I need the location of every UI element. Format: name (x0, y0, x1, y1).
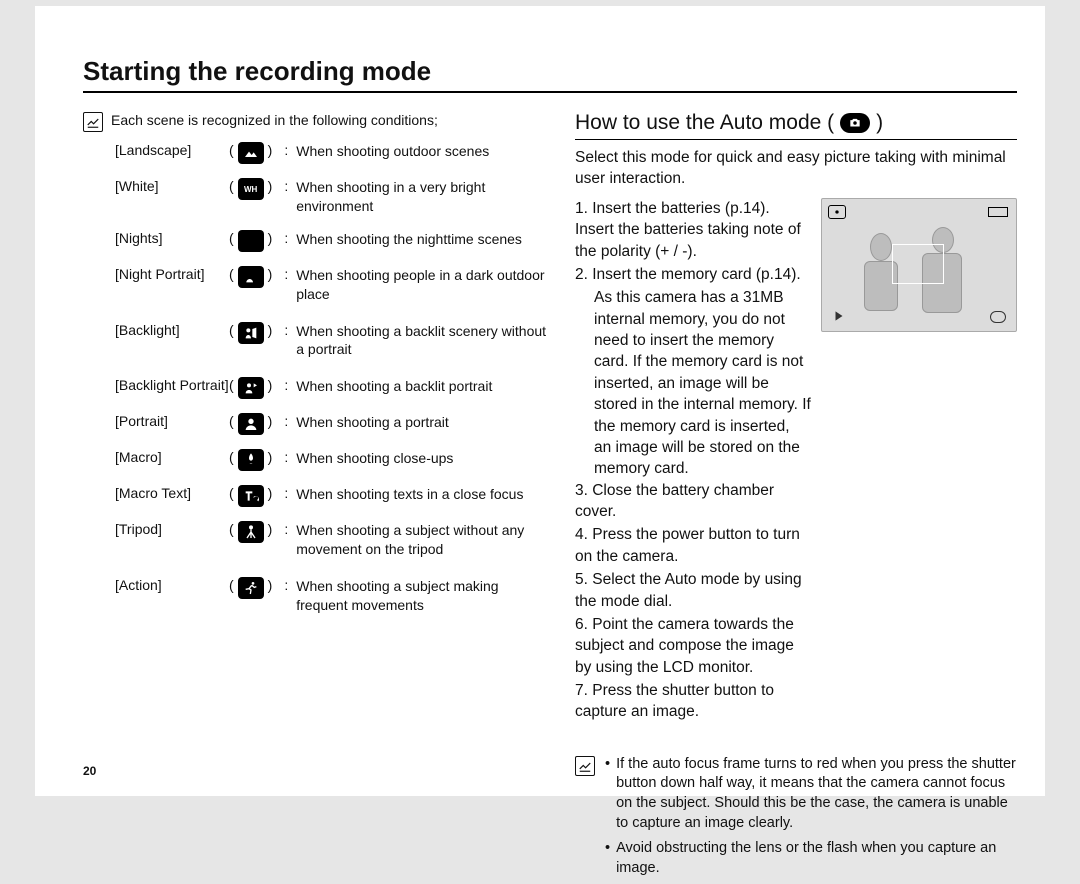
scene-desc: When shooting close-ups (296, 449, 553, 468)
scene-row: [Nights]( ):When shooting the nighttime … (115, 230, 553, 252)
portrait-icon (238, 413, 264, 435)
macro-text-icon (238, 485, 264, 507)
camera-icon (840, 113, 870, 133)
note-item: If the auto focus frame turns to red whe… (605, 755, 1017, 833)
lcd-mode-icon (828, 205, 846, 219)
scene-name: [Portrait] (115, 413, 225, 429)
scene-name: [Night Portrait] (115, 266, 225, 282)
scene-desc: When shooting texts in a close focus (296, 485, 553, 504)
scene-row: [Macro]( ):When shooting close-ups (115, 449, 553, 471)
scene-desc: When shooting a portrait (296, 413, 553, 432)
scene-row: [Night Portrait]( ):When shooting people… (115, 266, 553, 304)
camera-lcd-preview (821, 198, 1017, 332)
lcd-bottom-right-icon (990, 311, 1006, 323)
scene-row: [Landscape]( ):When shooting outdoor sce… (115, 142, 553, 164)
landscape-icon (238, 142, 264, 164)
page-title: Starting the recording mode (83, 56, 1017, 93)
night-icon (238, 230, 264, 252)
howto-intro: Select this mode for quick and easy pict… (575, 148, 1017, 190)
howto-heading-close: ) (876, 111, 883, 135)
step-5: 5. Select the Auto mode by using the mod… (575, 569, 811, 612)
scene-desc: When shooting in a very bright environme… (296, 178, 553, 216)
scene-row: [Action]( ):When shooting a subject maki… (115, 577, 553, 615)
scene-row: [Backlight]( ):When shooting a backlit s… (115, 322, 553, 360)
howto-column: How to use the Auto mode ( ) Select this… (575, 111, 1017, 884)
scene-desc: When shooting the nighttime scenes (296, 230, 553, 249)
step-1: 1. Insert the batteries (p.14). Insert t… (575, 198, 811, 262)
step-6: 6. Point the camera towards the subject … (575, 614, 811, 678)
backlight-portrait-icon (238, 377, 264, 399)
lcd-battery-icon (988, 207, 1008, 217)
scene-row: [White]( WH ):When shooting in a very br… (115, 178, 553, 216)
scene-name: [Tripod] (115, 521, 225, 537)
scene-desc: When shooting a backlit scenery without … (296, 322, 553, 360)
backlight-icon (238, 322, 264, 344)
step-2b: As this camera has a 31MB internal memor… (575, 287, 811, 479)
scenes-intro: Each scene is recognized in the followin… (111, 111, 438, 129)
scene-name: [Backlight Portrait] (115, 377, 225, 393)
note-icon (83, 112, 103, 132)
scene-name: [Action] (115, 577, 225, 593)
scene-name: [Backlight] (115, 322, 225, 338)
macro-icon (238, 449, 264, 471)
scene-name: [Macro] (115, 449, 225, 465)
lcd-play-icon (832, 309, 846, 323)
tripod-icon (238, 521, 264, 543)
notes-box: If the auto focus frame turns to red whe… (575, 755, 1017, 884)
scene-row: [Portrait]( ):When shooting a portrait (115, 413, 553, 435)
white-icon: WH (238, 178, 264, 200)
note-icon (575, 756, 595, 776)
scene-name: [White] (115, 178, 225, 194)
scene-name: [Nights] (115, 230, 225, 246)
scene-row: [Tripod]( ):When shooting a subject with… (115, 521, 553, 559)
scene-desc: When shooting a subject making frequent … (296, 577, 553, 615)
scene-desc: When shooting people in a dark outdoor p… (296, 266, 553, 304)
note-item: Avoid obstructing the lens or the flash … (605, 839, 1017, 878)
scene-desc: When shooting outdoor scenes (296, 142, 553, 161)
scene-name: [Landscape] (115, 142, 225, 158)
step-2a: 2. Insert the memory card (p.14). (575, 264, 811, 285)
step-4: 4. Press the power button to turn on the… (575, 524, 811, 567)
scene-desc: When shooting a backlit portrait (296, 377, 553, 396)
page-number: 20 (83, 764, 96, 778)
action-icon (238, 577, 264, 599)
scene-row: [Backlight Portrait]( ):When shooting a … (115, 377, 553, 399)
lcd-photo-person (870, 233, 892, 261)
scene-desc: When shooting a subject without any move… (296, 521, 553, 559)
night-portrait-icon (238, 266, 264, 288)
step-3: 3. Close the battery chamber cover. (575, 480, 811, 523)
lcd-focus-frame (892, 244, 944, 284)
scene-row: [Macro Text]( ):When shooting texts in a… (115, 485, 553, 507)
step-7: 7. Press the shutter button to capture a… (575, 680, 811, 723)
manual-page: Starting the recording mode Each scene i… (35, 6, 1045, 796)
scenes-column: Each scene is recognized in the followin… (83, 111, 553, 884)
scene-name: [Macro Text] (115, 485, 225, 501)
howto-heading: How to use the Auto mode ( (575, 111, 834, 135)
